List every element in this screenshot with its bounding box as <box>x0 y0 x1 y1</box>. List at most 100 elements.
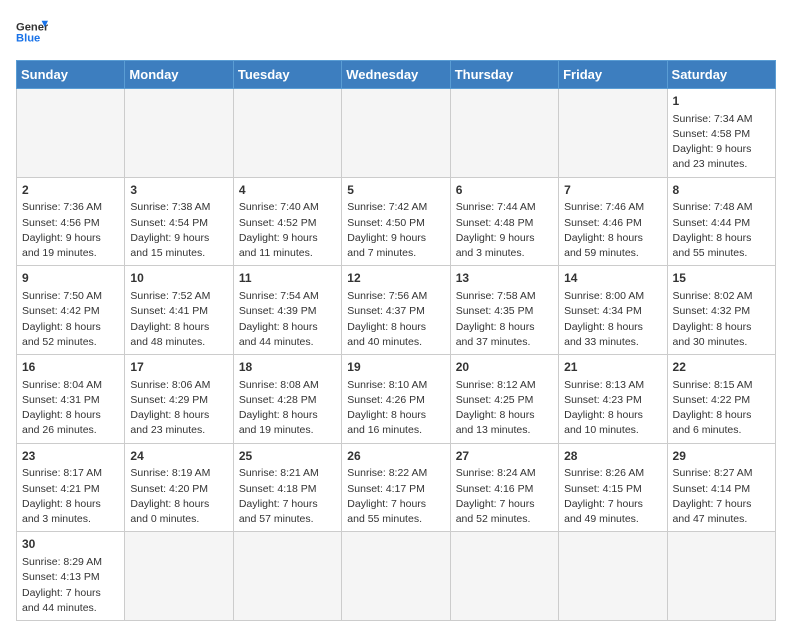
calendar-cell <box>450 89 558 178</box>
day-number: 25 <box>239 448 336 465</box>
day-number: 24 <box>130 448 227 465</box>
weekday-header-tuesday: Tuesday <box>233 61 341 89</box>
day-info: Sunrise: 8:24 AM Sunset: 4:16 PM Dayligh… <box>456 466 553 527</box>
day-info: Sunrise: 7:58 AM Sunset: 4:35 PM Dayligh… <box>456 289 553 350</box>
calendar-cell: 30 Sunrise: 8:29 AM Sunset: 4:13 PM Dayli… <box>17 532 125 621</box>
day-info: Sunrise: 7:42 AM Sunset: 4:50 PM Dayligh… <box>347 200 444 261</box>
weekday-header-friday: Friday <box>559 61 667 89</box>
day-info: Sunrise: 8:19 AM Sunset: 4:20 PM Dayligh… <box>130 466 227 527</box>
calendar-cell: 8Sunrise: 7:48 AM Sunset: 4:44 PM Daylig… <box>667 177 775 266</box>
day-info: Sunrise: 7:40 AM Sunset: 4:52 PM Dayligh… <box>239 200 336 261</box>
day-number: 15 <box>673 270 770 287</box>
calendar-cell <box>125 532 233 621</box>
svg-text:Blue: Blue <box>16 33 40 45</box>
calendar-cell <box>342 532 450 621</box>
calendar-cell: 22Sunrise: 8:15 AM Sunset: 4:22 PM Dayli… <box>667 355 775 444</box>
calendar-week-row: 1Sunrise: 7:34 AM Sunset: 4:58 PM Daylig… <box>17 89 776 178</box>
calendar-cell <box>17 89 125 178</box>
day-info: Sunrise: 8:08 AM Sunset: 4:28 PM Dayligh… <box>239 378 336 439</box>
calendar-cell: 24Sunrise: 8:19 AM Sunset: 4:20 PM Dayli… <box>125 443 233 532</box>
day-number: 17 <box>130 359 227 376</box>
day-info: Sunrise: 8:10 AM Sunset: 4:26 PM Dayligh… <box>347 378 444 439</box>
calendar-cell <box>342 89 450 178</box>
calendar-cell: 17 Sunrise: 8:06 AM Sunset: 4:29 PM Dayli… <box>125 355 233 444</box>
day-number: 7 <box>564 182 661 199</box>
calendar-cell: 9 Sunrise: 7:50 AM Sunset: 4:42 PM Daylig… <box>17 266 125 355</box>
day-number: 27 <box>456 448 553 465</box>
day-info: Sunrise: 7:44 AM Sunset: 4:48 PM Dayligh… <box>456 200 553 261</box>
calendar-table: SundayMondayTuesdayWednesdayThursdayFrid… <box>16 60 776 621</box>
calendar-cell <box>233 532 341 621</box>
calendar-cell: 11 Sunrise: 7:54 AM Sunset: 4:39 PM Dayli… <box>233 266 341 355</box>
day-info: Sunrise: 7:52 AM Sunset: 4:41 PM Dayligh… <box>130 289 227 350</box>
day-info: Sunrise: 7:50 AM Sunset: 4:42 PM Dayligh… <box>22 289 119 350</box>
day-number: 3 <box>130 182 227 199</box>
calendar-cell: 27Sunrise: 8:24 AM Sunset: 4:16 PM Dayli… <box>450 443 558 532</box>
page-header: General Blue <box>16 16 776 48</box>
day-number: 12 <box>347 270 444 287</box>
weekday-header-thursday: Thursday <box>450 61 558 89</box>
calendar-cell: 18 Sunrise: 8:08 AM Sunset: 4:28 PM Dayli… <box>233 355 341 444</box>
calendar-cell <box>559 532 667 621</box>
day-info: Sunrise: 7:38 AM Sunset: 4:54 PM Dayligh… <box>130 200 227 261</box>
calendar-cell: 16Sunrise: 8:04 AM Sunset: 4:31 PM Dayli… <box>17 355 125 444</box>
calendar-cell: 26Sunrise: 8:22 AM Sunset: 4:17 PM Dayli… <box>342 443 450 532</box>
weekday-header-row: SundayMondayTuesdayWednesdayThursdayFrid… <box>17 61 776 89</box>
day-number: 9 <box>22 270 119 287</box>
day-info: Sunrise: 8:12 AM Sunset: 4:25 PM Dayligh… <box>456 378 553 439</box>
calendar-cell: 19 Sunrise: 8:10 AM Sunset: 4:26 PM Dayli… <box>342 355 450 444</box>
calendar-cell: 21 Sunrise: 8:13 AM Sunset: 4:23 PM Dayli… <box>559 355 667 444</box>
day-info: Sunrise: 7:36 AM Sunset: 4:56 PM Dayligh… <box>22 200 119 261</box>
weekday-header-sunday: Sunday <box>17 61 125 89</box>
day-number: 20 <box>456 359 553 376</box>
day-info: Sunrise: 8:26 AM Sunset: 4:15 PM Dayligh… <box>564 466 661 527</box>
calendar-cell <box>559 89 667 178</box>
day-info: Sunrise: 8:17 AM Sunset: 4:21 PM Dayligh… <box>22 466 119 527</box>
day-info: Sunrise: 7:46 AM Sunset: 4:46 PM Dayligh… <box>564 200 661 261</box>
calendar-cell: 13Sunrise: 7:58 AM Sunset: 4:35 PM Dayli… <box>450 266 558 355</box>
day-number: 30 <box>22 536 119 553</box>
day-number: 26 <box>347 448 444 465</box>
calendar-week-row: 23Sunrise: 8:17 AM Sunset: 4:21 PM Dayli… <box>17 443 776 532</box>
day-info: Sunrise: 8:13 AM Sunset: 4:23 PM Dayligh… <box>564 378 661 439</box>
day-number: 4 <box>239 182 336 199</box>
day-info: Sunrise: 7:48 AM Sunset: 4:44 PM Dayligh… <box>673 200 770 261</box>
day-number: 22 <box>673 359 770 376</box>
calendar-week-row: 16Sunrise: 8:04 AM Sunset: 4:31 PM Dayli… <box>17 355 776 444</box>
day-info: Sunrise: 8:21 AM Sunset: 4:18 PM Dayligh… <box>239 466 336 527</box>
day-number: 29 <box>673 448 770 465</box>
calendar-cell <box>450 532 558 621</box>
calendar-cell: 29Sunrise: 8:27 AM Sunset: 4:14 PM Dayli… <box>667 443 775 532</box>
calendar-cell: 14Sunrise: 8:00 AM Sunset: 4:34 PM Dayli… <box>559 266 667 355</box>
day-number: 18 <box>239 359 336 376</box>
calendar-cell: 5Sunrise: 7:42 AM Sunset: 4:50 PM Daylig… <box>342 177 450 266</box>
day-number: 11 <box>239 270 336 287</box>
calendar-cell <box>125 89 233 178</box>
day-number: 23 <box>22 448 119 465</box>
calendar-cell: 1Sunrise: 7:34 AM Sunset: 4:58 PM Daylig… <box>667 89 775 178</box>
weekday-header-wednesday: Wednesday <box>342 61 450 89</box>
day-number: 19 <box>347 359 444 376</box>
day-info: Sunrise: 7:56 AM Sunset: 4:37 PM Dayligh… <box>347 289 444 350</box>
day-number: 1 <box>673 93 770 110</box>
calendar-cell: 25Sunrise: 8:21 AM Sunset: 4:18 PM Dayli… <box>233 443 341 532</box>
calendar-week-row: 30 Sunrise: 8:29 AM Sunset: 4:13 PM Dayli… <box>17 532 776 621</box>
day-number: 21 <box>564 359 661 376</box>
calendar-cell: 4Sunrise: 7:40 AM Sunset: 4:52 PM Daylig… <box>233 177 341 266</box>
calendar-cell: 7Sunrise: 7:46 AM Sunset: 4:46 PM Daylig… <box>559 177 667 266</box>
weekday-header-monday: Monday <box>125 61 233 89</box>
day-info: Sunrise: 8:06 AM Sunset: 4:29 PM Dayligh… <box>130 378 227 439</box>
day-info: Sunrise: 7:54 AM Sunset: 4:39 PM Dayligh… <box>239 289 336 350</box>
day-info: Sunrise: 8:02 AM Sunset: 4:32 PM Dayligh… <box>673 289 770 350</box>
day-info: Sunrise: 8:22 AM Sunset: 4:17 PM Dayligh… <box>347 466 444 527</box>
day-number: 8 <box>673 182 770 199</box>
logo: General Blue <box>16 16 48 48</box>
day-info: Sunrise: 8:00 AM Sunset: 4:34 PM Dayligh… <box>564 289 661 350</box>
day-number: 28 <box>564 448 661 465</box>
day-number: 2 <box>22 182 119 199</box>
calendar-cell: 20 Sunrise: 8:12 AM Sunset: 4:25 PM Dayli… <box>450 355 558 444</box>
calendar-cell: 6Sunrise: 7:44 AM Sunset: 4:48 PM Daylig… <box>450 177 558 266</box>
calendar-cell: 23Sunrise: 8:17 AM Sunset: 4:21 PM Dayli… <box>17 443 125 532</box>
day-info: Sunrise: 8:29 AM Sunset: 4:13 PM Dayligh… <box>22 555 119 616</box>
calendar-cell: 2Sunrise: 7:36 AM Sunset: 4:56 PM Daylig… <box>17 177 125 266</box>
